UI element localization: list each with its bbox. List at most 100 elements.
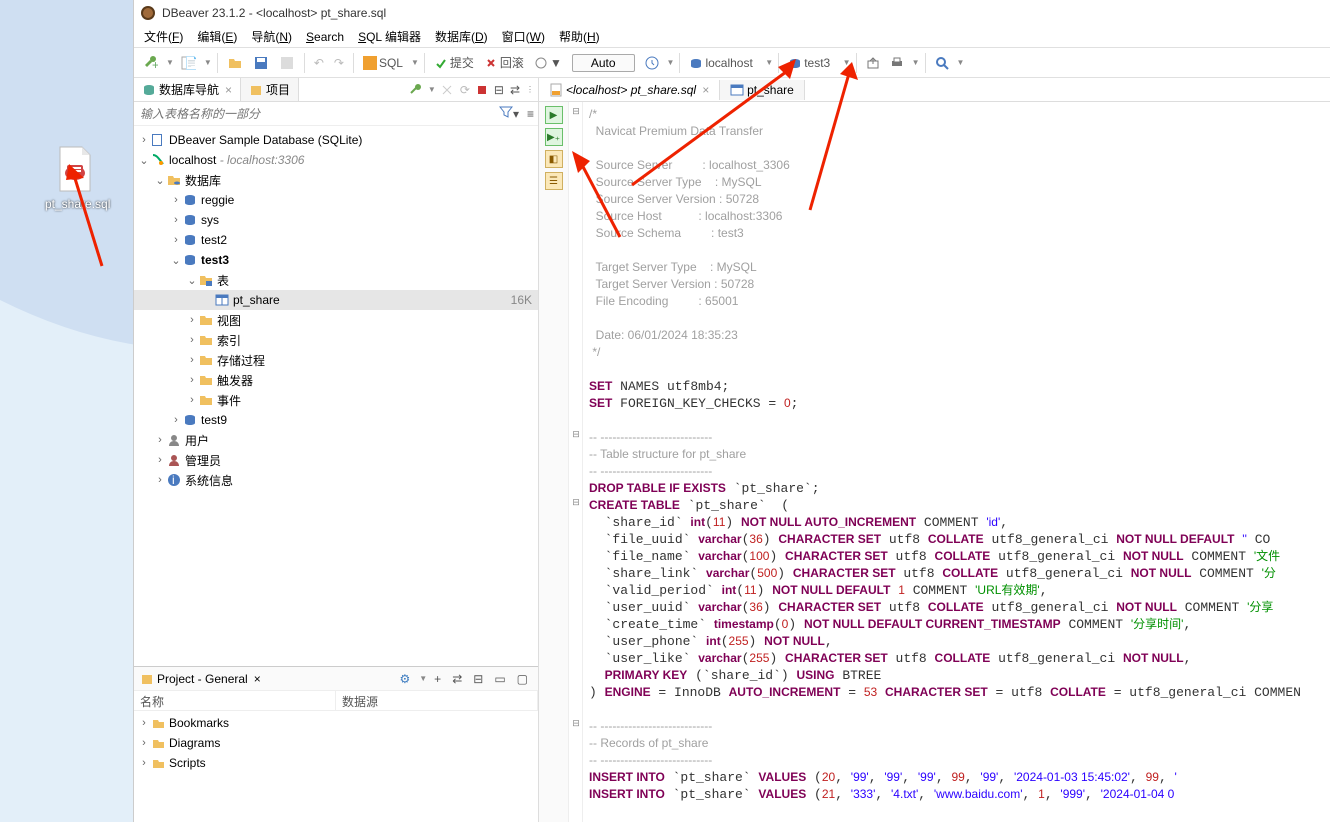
project-node-Diagrams[interactable]: ›Diagrams — [134, 733, 538, 753]
sql-editor-button[interactable]: SQL — [359, 54, 407, 72]
export-button[interactable] — [862, 54, 884, 72]
execute-plan-button[interactable]: ☰ — [545, 172, 563, 190]
project-link-icon[interactable]: ⇄ — [448, 670, 466, 688]
new-connection-button[interactable]: + — [138, 53, 162, 73]
rollback-button[interactable]: 回滚 — [480, 52, 528, 73]
menu-file[interactable]: 文件(F) — [138, 26, 189, 47]
svg-text:i: i — [172, 473, 175, 487]
tree-node-test3[interactable]: ⌄test3 — [134, 250, 538, 270]
fold-marker[interactable]: ⊟ — [571, 106, 581, 116]
tree-node-视图[interactable]: ›视图 — [134, 310, 538, 330]
tree-node-reggie[interactable]: ›reggie — [134, 190, 538, 210]
col-datasource[interactable]: 数据源 — [336, 691, 538, 710]
tree-node-数据库[interactable]: ⌄数据库 — [134, 170, 538, 190]
commit-button[interactable]: 提交 — [430, 52, 478, 73]
execute-button[interactable]: ▶ — [545, 106, 563, 124]
tree-node-test2[interactable]: ›test2 — [134, 230, 538, 250]
txn-button[interactable]: ▼ — [530, 54, 566, 72]
tree-node-事件[interactable]: ›事件 — [134, 390, 538, 410]
tree-node-pt_share[interactable]: pt_share16K — [134, 290, 538, 310]
menu-sql[interactable]: SQL 编辑器 — [352, 26, 427, 47]
fold-marker[interactable]: ⊟ — [571, 429, 581, 439]
menu-bar: 文件(F) 编辑(E) 导航(N) Search SQL 编辑器 数据库(D) … — [134, 26, 1330, 48]
nav-filter-row: ▾ ≡ — [134, 102, 538, 126]
explain-button[interactable]: ◧ — [545, 150, 563, 168]
tree-node-sys[interactable]: ›sys — [134, 210, 538, 230]
fold-marker[interactable]: ⊟ — [571, 497, 581, 507]
project-panel-icon — [140, 672, 154, 686]
tree-node-触发器[interactable]: ›触发器 — [134, 370, 538, 390]
toolbar: +▼ 📄▼ ↶ ↷ SQL▼ 提交 回滚 ▼ Auto ▼ localhost … — [134, 48, 1330, 78]
project-add-icon[interactable]: + — [430, 670, 445, 688]
refresh-button[interactable]: ⟳ — [458, 82, 472, 98]
tree-node-管理员[interactable]: ›管理员 — [134, 450, 538, 470]
auto-commit-select[interactable]: Auto — [572, 54, 635, 72]
sql-file-icon — [549, 83, 563, 97]
menu-search[interactable]: Search — [300, 28, 350, 46]
window-title: DBeaver 23.1.2 - <localhost> pt_share.sq… — [162, 6, 386, 20]
menu-help[interactable]: 帮助(H) — [553, 26, 606, 47]
menu-window[interactable]: 窗口(W) — [496, 26, 551, 47]
desktop-file-label: pt_share.sql — [45, 197, 110, 211]
connection-select[interactable]: localhost — [685, 54, 756, 72]
save-all-button[interactable] — [275, 53, 299, 73]
app-icon — [140, 5, 156, 21]
save-button[interactable] — [249, 53, 273, 73]
print-button[interactable] — [886, 54, 908, 72]
execute-script-button[interactable]: ▶₊ — [545, 128, 563, 146]
filter-settings-icon[interactable]: ≡ — [523, 107, 538, 121]
project-node-Scripts[interactable]: ›Scripts — [134, 753, 538, 773]
col-name[interactable]: 名称 — [134, 691, 336, 710]
folder-button[interactable] — [223, 53, 247, 73]
tree-node-用户[interactable]: ›用户 — [134, 430, 538, 450]
code-editor[interactable]: /* Navicat Premium Data Transfer Source … — [583, 102, 1330, 822]
project-panel: Project - General× ⚙▼ + ⇄ ⊟ ▭ ▢ 名称 数据源 ›… — [134, 666, 538, 822]
collapse-button[interactable]: ⊟ — [492, 82, 506, 98]
project-collapse-icon[interactable]: ⊟ — [469, 670, 487, 688]
editor-body: ▶ ▶₊ ◧ ☰ ⊟ ⊟ ⊟ ⊟ /* Navicat Premium Data… — [539, 102, 1330, 822]
svg-text:+: + — [152, 58, 158, 71]
project-node-Bookmarks[interactable]: ›Bookmarks — [134, 713, 538, 733]
project-icon — [249, 83, 263, 97]
tree-node-索引[interactable]: ›索引 — [134, 330, 538, 350]
maximize-icon[interactable]: ▢ — [513, 670, 532, 688]
tab-db-navigator[interactable]: 数据库导航× — [134, 78, 241, 101]
desktop-file-icon[interactable]: pt_share.sql — [45, 145, 105, 211]
tree-node-DBeaver Sample Database (SQLite)[interactable]: ›DBeaver Sample Database (SQLite) — [134, 130, 538, 150]
nav-filter-input[interactable] — [134, 104, 495, 124]
disconnect-button[interactable] — [438, 82, 456, 98]
close-icon[interactable]: × — [225, 83, 232, 97]
nav-panel-tabs: 数据库导航× 项目 ▼ ⟳ ⊟ ⇄ ⋮ — [134, 78, 538, 102]
menu-database[interactable]: 数据库(D) — [429, 26, 494, 47]
link-button[interactable]: ⇄ — [508, 82, 522, 98]
search-button[interactable] — [931, 54, 953, 72]
menu-edit[interactable]: 编辑(E) — [191, 26, 243, 47]
close-icon[interactable]: × — [254, 672, 261, 686]
fold-marker[interactable]: ⊟ — [571, 718, 581, 728]
nav-tree[interactable]: ›DBeaver Sample Database (SQLite)⌄localh… — [134, 126, 538, 666]
tree-node-表[interactable]: ⌄表 — [134, 270, 538, 290]
history-button[interactable] — [641, 54, 663, 72]
connect-button[interactable] — [406, 82, 424, 98]
undo-button[interactable]: ↶ — [310, 54, 328, 72]
tree-node-存储过程[interactable]: ›存储过程 — [134, 350, 538, 370]
new-sql-button[interactable]: 📄 — [176, 53, 200, 73]
stop-button[interactable] — [474, 83, 490, 97]
project-tree[interactable]: ›Bookmarks›Diagrams›Scripts — [134, 711, 538, 822]
filter-icon[interactable]: ▾ — [495, 106, 523, 121]
minimize-icon[interactable]: ▭ — [490, 670, 509, 688]
schema-select[interactable]: test3 — [784, 54, 834, 72]
redo-button[interactable]: ↷ — [330, 54, 348, 72]
table-icon — [730, 83, 744, 97]
tree-node-localhost[interactable]: ⌄localhost - localhost:3306 — [134, 150, 538, 170]
fold-column: ⊟ ⊟ ⊟ ⊟ — [569, 102, 583, 822]
project-settings-icon[interactable]: ⚙ — [395, 670, 414, 688]
editor-tab-sql[interactable]: <localhost> pt_share.sql× — [539, 80, 720, 100]
menu-nav[interactable]: 导航(N) — [245, 26, 298, 47]
tab-projects[interactable]: 项目 — [241, 78, 299, 101]
tree-node-test9[interactable]: ›test9 — [134, 410, 538, 430]
tree-node-系统信息[interactable]: ›i系统信息 — [134, 470, 538, 490]
app-window: DBeaver 23.1.2 - <localhost> pt_share.sq… — [133, 0, 1330, 822]
close-icon[interactable]: × — [702, 83, 709, 97]
editor-tab-table[interactable]: pt_share — [720, 80, 805, 100]
